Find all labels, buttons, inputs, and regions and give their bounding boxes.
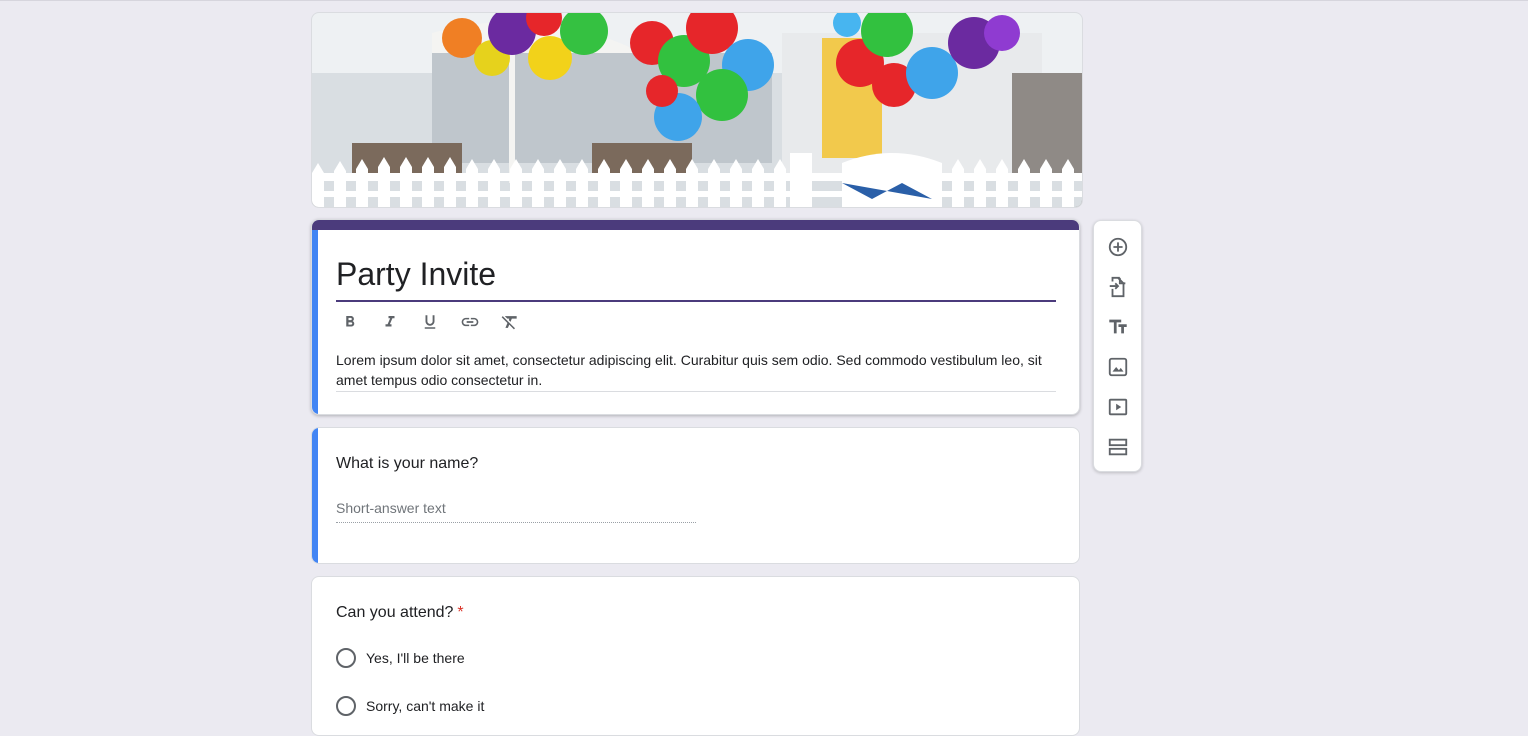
radio-option-label: Yes, I'll be there — [366, 650, 465, 666]
add-title-icon[interactable] — [1106, 315, 1130, 339]
radio-button[interactable] — [336, 648, 356, 668]
question-card-attend[interactable]: Can you attend? * Yes, I'll be there Sorr… — [311, 576, 1080, 736]
add-question-icon[interactable] — [1106, 235, 1130, 259]
question-card-name[interactable]: What is your name? Short-answer text — [311, 427, 1080, 564]
form-title-card[interactable]: Party Invite Lorem ipsum dolor sit amet,… — [311, 219, 1080, 415]
import-questions-icon[interactable] — [1106, 275, 1130, 299]
required-mark: * — [457, 604, 464, 621]
short-answer-field: Short-answer text — [336, 498, 696, 523]
radio-option-label: Sorry, can't make it — [366, 698, 485, 714]
side-toolbar — [1093, 220, 1142, 472]
italic-icon[interactable] — [376, 308, 404, 336]
radio-option[interactable]: Yes, I'll be there — [336, 646, 465, 670]
formatting-toolbar — [336, 308, 524, 336]
question-title: Can you attend? * — [336, 601, 464, 625]
clear-formatting-icon[interactable] — [496, 308, 524, 336]
header-image — [311, 12, 1083, 208]
form-title-input[interactable]: Party Invite — [336, 254, 1056, 302]
form-description-input[interactable]: Lorem ipsum dolor sit amet, consectetur … — [336, 350, 1056, 392]
top-divider — [0, 0, 1528, 1]
link-icon[interactable] — [456, 308, 484, 336]
underline-icon[interactable] — [416, 308, 444, 336]
add-video-icon[interactable] — [1106, 395, 1130, 419]
radio-option[interactable]: Sorry, can't make it — [336, 694, 484, 718]
question-title: What is your name? — [336, 455, 479, 472]
bold-icon[interactable] — [336, 308, 364, 336]
active-indicator — [312, 428, 318, 563]
add-image-icon[interactable] — [1106, 355, 1130, 379]
radio-button[interactable] — [336, 696, 356, 716]
add-section-icon[interactable] — [1106, 435, 1130, 459]
active-indicator — [312, 230, 318, 414]
question-title-text: Can you attend? — [336, 604, 454, 621]
theme-color-bar — [312, 220, 1079, 230]
